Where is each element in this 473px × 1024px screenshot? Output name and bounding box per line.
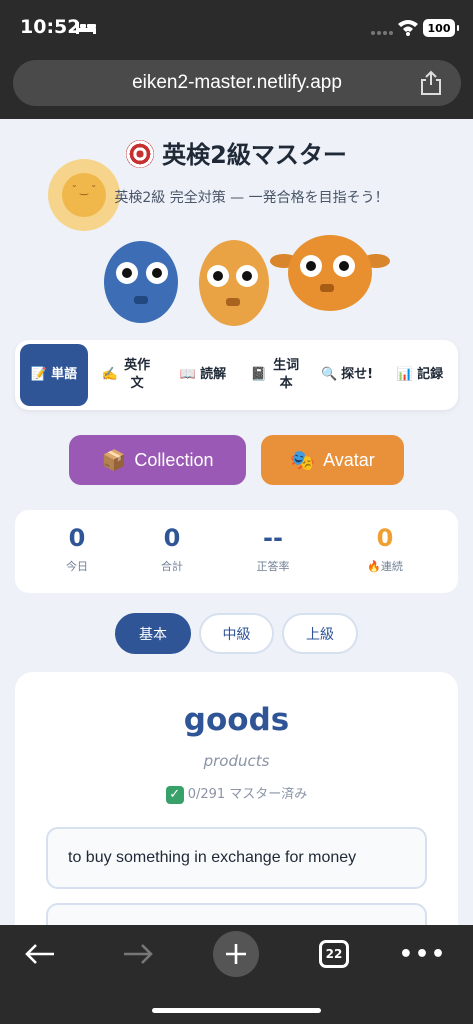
check-icon: ✓ bbox=[165, 785, 184, 804]
stat-total: 0 合計 bbox=[127, 524, 217, 574]
stat-value: 0 bbox=[68, 524, 86, 552]
address-bar[interactable]: eiken2-master.netlify.app bbox=[13, 60, 461, 106]
stat-value: -- bbox=[263, 524, 283, 552]
page-content: 英検2級マスター ˘ ‿ ˘ 英検2級 完全対策 — 一発合格を目指そう！ 📝 … bbox=[0, 119, 473, 925]
stat-label: 正答率 bbox=[256, 560, 290, 573]
word-text: goods bbox=[183, 702, 290, 738]
collection-button[interactable]: 📦 Collection bbox=[69, 435, 246, 485]
back-arrow-icon bbox=[25, 944, 54, 964]
level-advanced-button[interactable]: 上級 bbox=[282, 613, 358, 654]
mastery-progress: ✓ 0/291 マスター済み bbox=[15, 783, 458, 804]
sun-face: ˘ ‿ ˘ bbox=[71, 185, 97, 196]
status-time: 10:52 bbox=[20, 16, 81, 38]
orange-mascot bbox=[198, 235, 270, 327]
more-button[interactable]: ••• bbox=[398, 935, 448, 973]
tab-writing[interactable]: ✍️ 英作文 bbox=[95, 344, 159, 406]
share-icon[interactable] bbox=[419, 70, 443, 96]
browser-bottom-bar: 22 ••• bbox=[0, 925, 473, 1024]
forward-button[interactable] bbox=[115, 935, 161, 973]
page-title-text: 英検2級マスター bbox=[162, 141, 347, 169]
stat-label: 合計 bbox=[161, 560, 183, 573]
target-icon bbox=[126, 140, 155, 168]
magnifier-icon: 🔍 bbox=[320, 367, 338, 382]
browser-toolbar: eiken2-master.netlify.app bbox=[0, 56, 473, 119]
dog-mascot bbox=[270, 235, 390, 315]
sleep-mode-icon bbox=[76, 22, 96, 34]
word-hint: products bbox=[203, 752, 270, 770]
answer-choice[interactable]: to buy something in exchange for money bbox=[46, 827, 427, 889]
memo-icon: 📝 bbox=[30, 367, 48, 382]
blue-mascot bbox=[103, 236, 179, 323]
theater-masks-icon: 🎭 bbox=[290, 449, 316, 472]
new-tab-button[interactable] bbox=[213, 931, 259, 977]
wifi-icon bbox=[398, 20, 418, 36]
flashcard: goods products ✓ 0/291 マスター済み to buy some… bbox=[15, 672, 458, 925]
stat-label: 🔥連続 bbox=[367, 560, 403, 573]
stat-label: 今日 bbox=[66, 560, 88, 573]
forward-arrow-icon bbox=[124, 944, 153, 964]
plus-icon bbox=[226, 944, 246, 964]
level-intermediate-button[interactable]: 中級 bbox=[199, 613, 274, 654]
mascot-group bbox=[100, 227, 390, 327]
mastery-text: 0/291 マスター済み bbox=[187, 787, 308, 802]
answer-choice[interactable] bbox=[46, 903, 427, 925]
signal-icon bbox=[371, 31, 393, 35]
tab-search[interactable]: 🔍 探せ! bbox=[313, 344, 381, 406]
stat-accuracy: -- 正答率 bbox=[228, 524, 318, 574]
tabs-button[interactable]: 22 bbox=[311, 935, 357, 973]
chart-icon: 📊 bbox=[396, 367, 414, 382]
tab-records[interactable]: 📊 記録 bbox=[387, 344, 453, 406]
tab-reading[interactable]: 📖 読解 bbox=[167, 344, 239, 406]
tab-count: 22 bbox=[319, 940, 349, 968]
avatar-button[interactable]: 🎭 Avatar bbox=[261, 435, 404, 485]
more-dots-icon: ••• bbox=[398, 941, 448, 967]
sun-mascot: ˘ ‿ ˘ bbox=[48, 159, 120, 231]
stat-today: 0 今日 bbox=[32, 524, 122, 574]
home-indicator bbox=[152, 1008, 321, 1013]
stat-streak: 0 🔥連続 bbox=[340, 524, 430, 574]
book-icon: 📖 bbox=[179, 367, 197, 382]
tab-vocab-notebook[interactable]: 📓 生词本 bbox=[241, 344, 311, 406]
back-button[interactable] bbox=[17, 935, 63, 973]
stat-value: 0 bbox=[163, 524, 181, 552]
section-nav: 📝 単語 ✍️ 英作文 📖 読解 📓 生词本 🔍 探せ! 📊 記録 bbox=[15, 340, 458, 410]
package-icon: 📦 bbox=[101, 449, 127, 472]
status-bar: 10:52 100 bbox=[0, 0, 473, 56]
url-text[interactable]: eiken2-master.netlify.app bbox=[13, 72, 461, 94]
battery-icon: 100 bbox=[423, 19, 459, 37]
tab-words[interactable]: 📝 単語 bbox=[20, 344, 88, 406]
level-basic-button[interactable]: 基本 bbox=[115, 613, 191, 654]
notebook-icon: 📓 bbox=[250, 367, 268, 382]
stat-value: 0 bbox=[376, 524, 394, 552]
stats-card: 0 今日 0 合計 -- 正答率 0 🔥連続 bbox=[15, 510, 458, 593]
writing-hand-icon: ✍️ bbox=[101, 367, 119, 382]
